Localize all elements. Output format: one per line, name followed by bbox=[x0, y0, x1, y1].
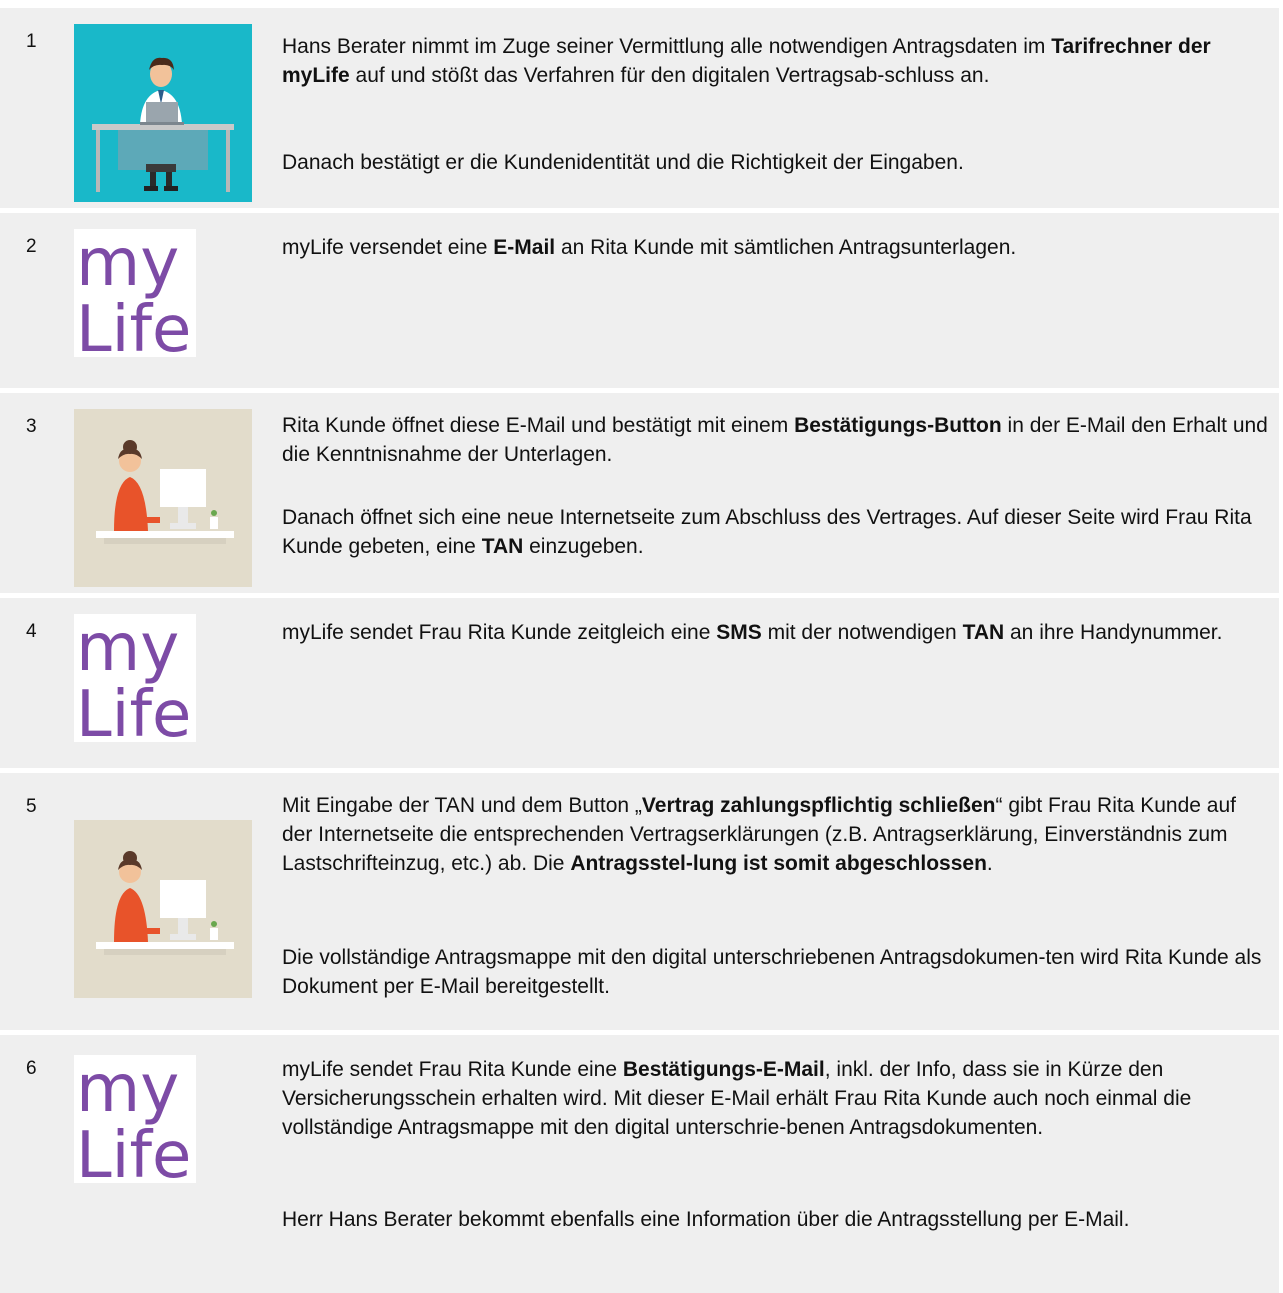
svg-text:Life: Life bbox=[76, 678, 191, 742]
step-text: myLife versendet eine E-Mail an Rita Kun… bbox=[282, 236, 1017, 259]
customer-illustration bbox=[74, 409, 252, 587]
bold-text: Bestätigungs-E-Mail bbox=[622, 1058, 825, 1081]
step-number: 4 bbox=[26, 621, 37, 642]
svg-text:my: my bbox=[76, 1055, 179, 1127]
svg-text:Life: Life bbox=[76, 1119, 191, 1183]
step-row-1: 1 Hans Berater nimmt im Zuge seiner Verm… bbox=[0, 8, 1279, 208]
bold-text: Tarifrechner der myLife bbox=[282, 35, 1211, 87]
step-text: Danach bestätigt er die Kundenidentität … bbox=[282, 151, 964, 174]
step-row-6: 6 my Life myLife sendet Frau Rita Kunde … bbox=[0, 1035, 1279, 1293]
bold-text: Vertrag zahlungspflichtig schließen bbox=[641, 794, 996, 817]
bold-text: E-Mail bbox=[493, 236, 556, 259]
svg-text:Life: Life bbox=[76, 293, 191, 357]
step-text: Mit Eingabe der TAN und dem Button „Vert… bbox=[282, 794, 1236, 875]
step-text: Rita Kunde öffnet diese E-Mail und bestä… bbox=[282, 414, 1268, 466]
mylife-logo: my Life bbox=[74, 614, 196, 742]
step-number: 3 bbox=[26, 416, 37, 437]
step-text: Herr Hans Berater bekommt ebenfalls eine… bbox=[282, 1208, 1130, 1231]
step-row-3: 3 Rita Kunde öffnet diese E-Mail und bes… bbox=[0, 393, 1279, 593]
step-row-2: 2 my Life myLife versendet eine E-Mail a… bbox=[0, 213, 1279, 388]
step-row-4: 4 my Life myLife sendet Frau Rita Kunde … bbox=[0, 598, 1279, 768]
mylife-logo: my Life bbox=[74, 1055, 196, 1183]
step-text: myLife sendet Frau Rita Kunde eine Bestä… bbox=[282, 1058, 1192, 1139]
customer-illustration bbox=[74, 820, 252, 998]
step-row-5: 5 Mit Eingabe der TAN und dem Button „Ve… bbox=[0, 773, 1279, 1030]
svg-text:my: my bbox=[76, 229, 179, 301]
bold-text: Antragsstel-lung ist somit abgeschlossen bbox=[570, 852, 987, 875]
step-number: 6 bbox=[26, 1058, 37, 1079]
bold-text: Bestätigungs-Button bbox=[794, 414, 1002, 437]
svg-text:my: my bbox=[76, 614, 179, 686]
bold-text: SMS bbox=[716, 621, 762, 644]
step-text: Danach öffnet sich eine neue Internetsei… bbox=[282, 506, 1252, 558]
step-text: Hans Berater nimmt im Zuge seiner Vermit… bbox=[282, 35, 1211, 87]
bold-text: TAN bbox=[481, 535, 524, 558]
step-number: 2 bbox=[26, 236, 37, 257]
mylife-logo: my Life bbox=[74, 229, 196, 357]
step-text: myLife sendet Frau Rita Kunde zeitgleich… bbox=[282, 621, 1223, 644]
step-text: Die vollständige Antragsmappe mit den di… bbox=[282, 946, 1262, 998]
consultant-illustration bbox=[74, 24, 252, 202]
bold-text: TAN bbox=[962, 621, 1005, 644]
step-number: 5 bbox=[26, 796, 37, 817]
step-number: 1 bbox=[26, 31, 37, 52]
